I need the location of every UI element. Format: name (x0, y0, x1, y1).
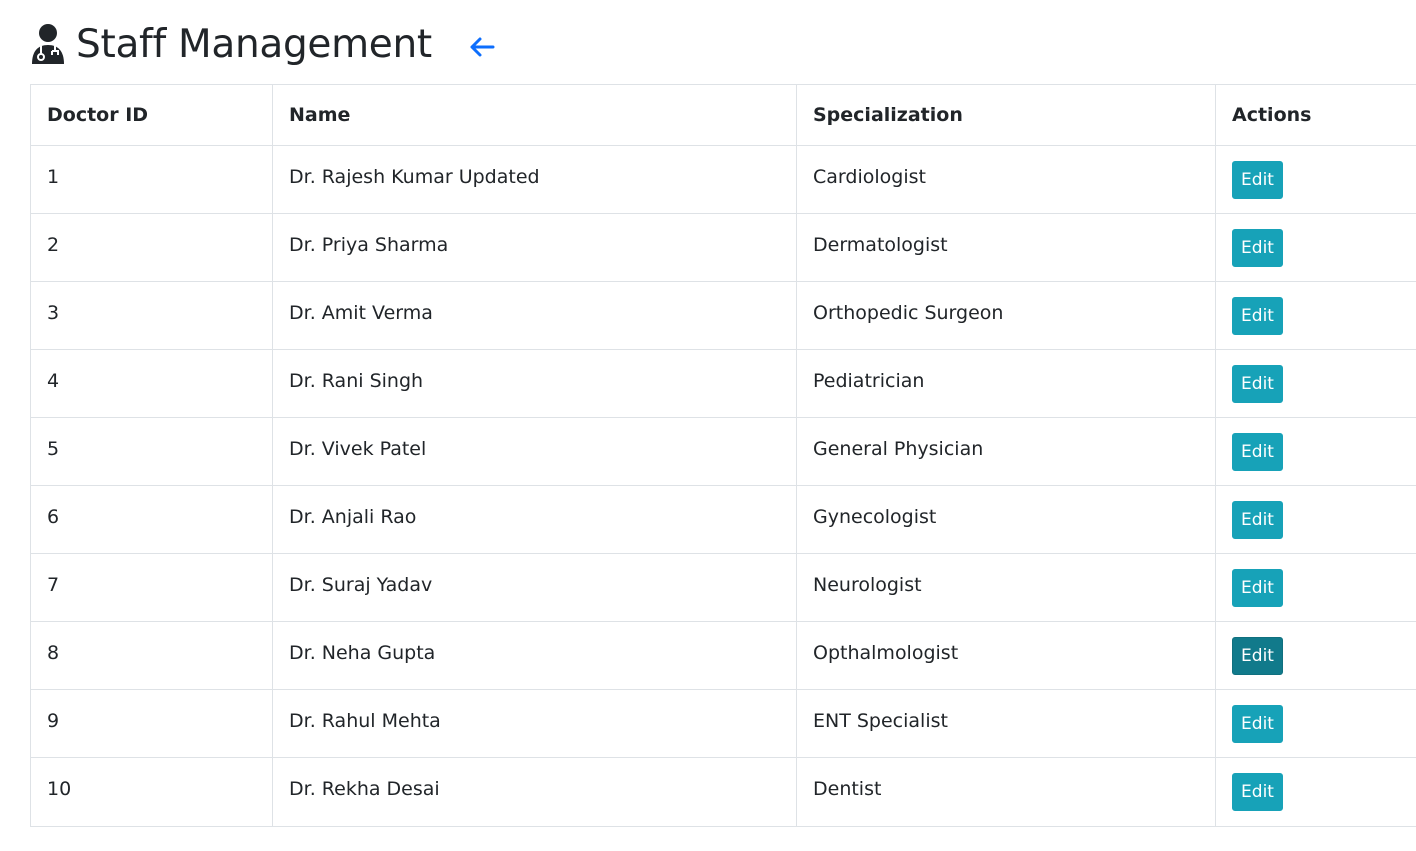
table-header-row: Doctor ID Name Specialization Actions (30, 84, 1416, 146)
cell-actions: Edit (1215, 621, 1416, 690)
table-row: 1 Dr. Rajesh Kumar Updated Cardiologist … (30, 145, 1416, 214)
cell-actions: Edit (1215, 485, 1416, 554)
cell-name: Dr. Priya Sharma (272, 213, 797, 282)
table-row: 8 Dr. Neha Gupta Opthalmologist Edit (30, 621, 1416, 690)
cell-name: Dr. Rani Singh (272, 349, 797, 418)
cell-name: Dr. Rahul Mehta (272, 689, 797, 758)
cell-specialization: Orthopedic Surgeon (796, 281, 1216, 350)
edit-button[interactable]: Edit (1232, 637, 1283, 675)
page-header: Staff Management (30, 18, 496, 70)
edit-button[interactable]: Edit (1232, 773, 1283, 811)
cell-specialization: Cardiologist (796, 145, 1216, 214)
cell-doctor-id: 2 (30, 213, 273, 282)
edit-button[interactable]: Edit (1232, 705, 1283, 743)
table-row: 6 Dr. Anjali Rao Gynecologist Edit (30, 485, 1416, 554)
cell-actions: Edit (1215, 281, 1416, 350)
cell-specialization: ENT Specialist (796, 689, 1216, 758)
cell-specialization: Pediatrician (796, 349, 1216, 418)
cell-name: Dr. Anjali Rao (272, 485, 797, 554)
cell-specialization: Opthalmologist (796, 621, 1216, 690)
cell-actions: Edit (1215, 349, 1416, 418)
table-row: 7 Dr. Suraj Yadav Neurologist Edit (30, 553, 1416, 622)
column-header-name: Name (272, 84, 797, 146)
column-header-actions: Actions (1215, 84, 1416, 146)
edit-button[interactable]: Edit (1232, 433, 1283, 471)
cell-actions: Edit (1215, 213, 1416, 282)
column-header-doctor-id: Doctor ID (30, 84, 273, 146)
edit-button[interactable]: Edit (1232, 297, 1283, 335)
arrow-left-icon (470, 37, 495, 57)
cell-doctor-id: 6 (30, 485, 273, 554)
cell-doctor-id: 5 (30, 417, 273, 486)
table-row: 5 Dr. Vivek Patel General Physician Edit (30, 417, 1416, 486)
table-row: 3 Dr. Amit Verma Orthopedic Surgeon Edit (30, 281, 1416, 350)
cell-actions: Edit (1215, 417, 1416, 486)
edit-button[interactable]: Edit (1232, 161, 1283, 199)
cell-actions: Edit (1215, 757, 1416, 827)
cell-specialization: Dentist (796, 757, 1216, 827)
staff-table-container: Doctor ID Name Specialization Actions 1 … (30, 84, 1416, 827)
column-header-specialization: Specialization (796, 84, 1216, 146)
cell-specialization: Neurologist (796, 553, 1216, 622)
back-button[interactable] (468, 33, 496, 61)
cell-doctor-id: 1 (30, 145, 273, 214)
edit-button[interactable]: Edit (1232, 365, 1283, 403)
table-row: 9 Dr. Rahul Mehta ENT Specialist Edit (30, 689, 1416, 758)
cell-doctor-id: 9 (30, 689, 273, 758)
cell-name: Dr. Vivek Patel (272, 417, 797, 486)
cell-name: Dr. Rajesh Kumar Updated (272, 145, 797, 214)
cell-doctor-id: 10 (30, 757, 273, 827)
cell-name: Dr. Rekha Desai (272, 757, 797, 827)
page-title: Staff Management (76, 21, 432, 67)
table-row: 10 Dr. Rekha Desai Dentist Edit (30, 757, 1416, 827)
staff-table: Doctor ID Name Specialization Actions 1 … (30, 84, 1416, 827)
table-row: 4 Dr. Rani Singh Pediatrician Edit (30, 349, 1416, 418)
user-doctor-icon (30, 23, 66, 65)
edit-button[interactable]: Edit (1232, 569, 1283, 607)
edit-button[interactable]: Edit (1232, 229, 1283, 267)
edit-button[interactable]: Edit (1232, 501, 1283, 539)
cell-actions: Edit (1215, 145, 1416, 214)
cell-specialization: General Physician (796, 417, 1216, 486)
cell-doctor-id: 8 (30, 621, 273, 690)
cell-doctor-id: 7 (30, 553, 273, 622)
cell-name: Dr. Neha Gupta (272, 621, 797, 690)
cell-doctor-id: 3 (30, 281, 273, 350)
cell-specialization: Dermatologist (796, 213, 1216, 282)
cell-actions: Edit (1215, 553, 1416, 622)
cell-specialization: Gynecologist (796, 485, 1216, 554)
cell-actions: Edit (1215, 689, 1416, 758)
cell-doctor-id: 4 (30, 349, 273, 418)
cell-name: Dr. Suraj Yadav (272, 553, 797, 622)
cell-name: Dr. Amit Verma (272, 281, 797, 350)
table-row: 2 Dr. Priya Sharma Dermatologist Edit (30, 213, 1416, 282)
